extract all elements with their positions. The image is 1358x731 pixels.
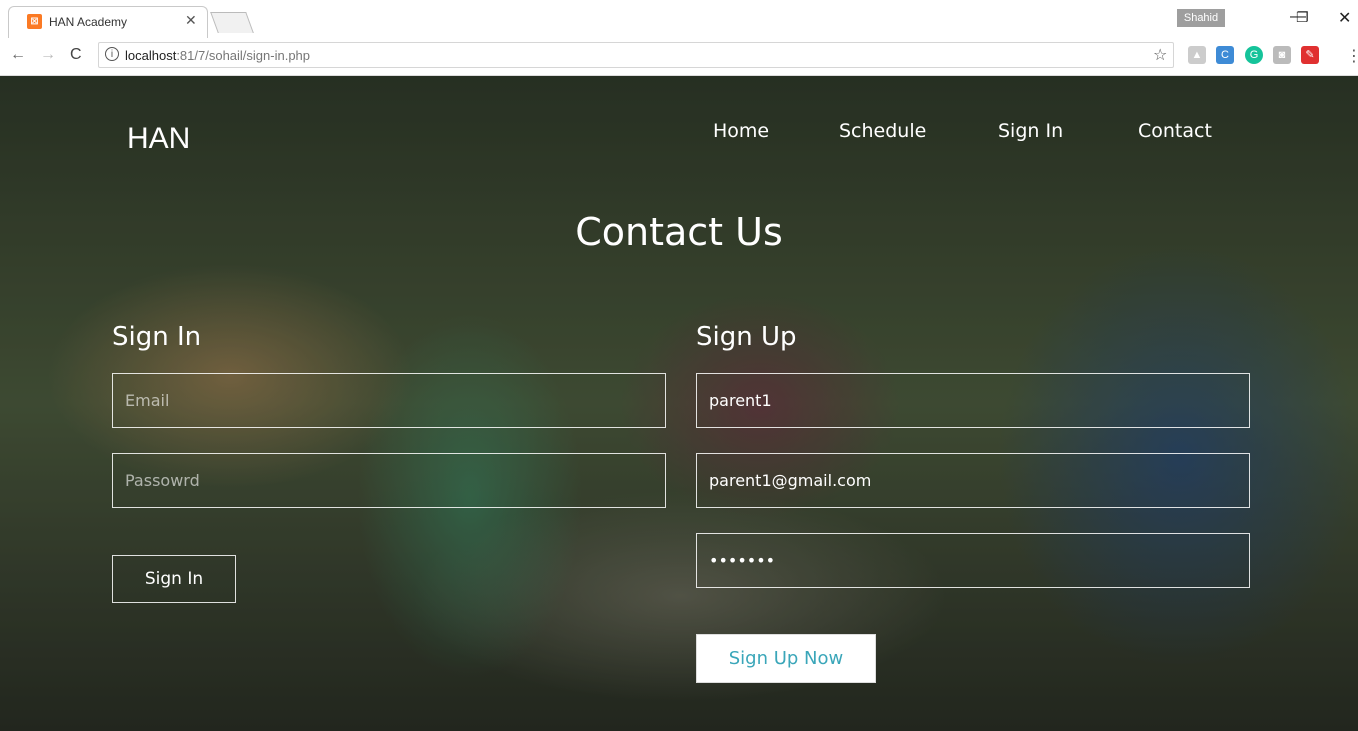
bookmark-star-icon[interactable]: ☆ bbox=[1153, 45, 1167, 65]
grammarly-icon[interactable]: G bbox=[1245, 46, 1263, 64]
tab-title: HAN Academy bbox=[49, 15, 128, 29]
sign-in-title: Sign In bbox=[112, 322, 202, 352]
menu-icon[interactable]: ⋮ bbox=[1346, 46, 1358, 66]
sign-in-password-input[interactable] bbox=[112, 453, 666, 508]
browser-toolbar: ← → C i localhost:81/7/sohail/sign-in.ph… bbox=[0, 38, 1358, 76]
address-bar[interactable]: i localhost:81/7/sohail/sign-in.php ☆ bbox=[98, 42, 1174, 68]
browser-tab[interactable]: ⊠ HAN Academy ✕ bbox=[8, 6, 208, 38]
close-tab-icon[interactable]: ✕ bbox=[185, 12, 197, 29]
sign-up-now-button[interactable]: Sign Up Now bbox=[696, 634, 876, 683]
back-arrow-icon[interactable]: ← bbox=[10, 46, 26, 64]
site-logo[interactable]: HAN bbox=[127, 122, 190, 156]
han-favicon-icon: ⊠ bbox=[27, 14, 42, 29]
browser-tab-strip: ⊠ HAN Academy ✕ Shahid — ❐ ✕ bbox=[0, 0, 1358, 38]
extension-drive-icon[interactable]: ▲ bbox=[1188, 46, 1206, 64]
nav-contact[interactable]: Contact bbox=[1138, 120, 1212, 142]
info-icon[interactable]: i bbox=[105, 47, 119, 61]
nav-sign-in[interactable]: Sign In bbox=[998, 120, 1063, 142]
nav-home[interactable]: Home bbox=[713, 120, 769, 142]
sign-in-email-input[interactable] bbox=[112, 373, 666, 428]
profile-badge[interactable]: Shahid bbox=[1177, 9, 1225, 27]
nav-schedule[interactable]: Schedule bbox=[839, 120, 926, 142]
forward-arrow-icon[interactable]: → bbox=[40, 46, 56, 64]
sign-up-username-input[interactable] bbox=[696, 373, 1250, 428]
sign-in-button[interactable]: Sign In bbox=[112, 555, 236, 603]
color-picker-icon[interactable]: ✎ bbox=[1301, 46, 1319, 64]
new-tab-button[interactable] bbox=[210, 12, 254, 33]
page-title: Contact Us bbox=[575, 210, 783, 254]
extension-badge-icon[interactable]: C bbox=[1216, 46, 1234, 64]
page-background: HAN Home Schedule Sign In Contact Contac… bbox=[0, 76, 1358, 731]
camera-icon[interactable]: ◙ bbox=[1273, 46, 1291, 64]
reload-icon[interactable]: C bbox=[70, 46, 82, 64]
maximize-icon[interactable]: ❐ bbox=[1296, 9, 1309, 26]
sign-up-email-input[interactable] bbox=[696, 453, 1250, 508]
close-window-icon[interactable]: ✕ bbox=[1338, 8, 1351, 28]
sign-up-password-input[interactable] bbox=[696, 533, 1250, 588]
url-text: localhost:81/7/sohail/sign-in.php bbox=[125, 48, 311, 63]
sign-up-title: Sign Up bbox=[696, 322, 797, 352]
